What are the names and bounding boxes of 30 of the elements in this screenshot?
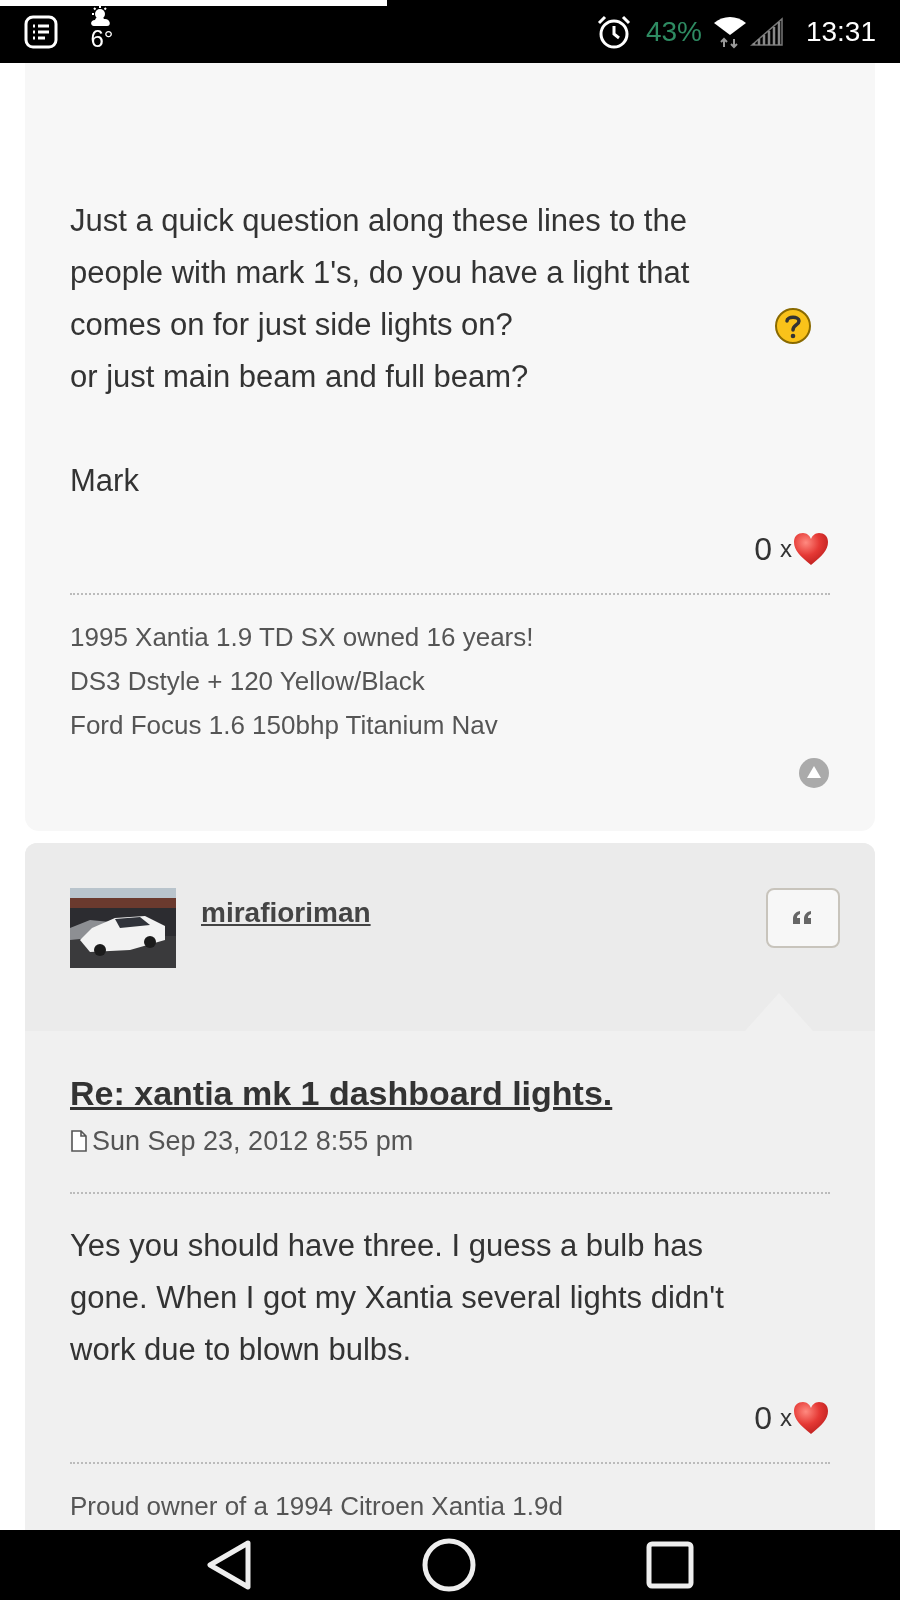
notes-icon: [24, 14, 58, 49]
battery-percent: 43%: [645, 14, 702, 49]
temperature: 6°: [90, 27, 114, 50]
heart-icon: [792, 531, 830, 567]
heart-icon: [792, 1399, 830, 1436]
clock: 13:31: [805, 14, 876, 49]
signal-icon: [749, 16, 784, 47]
question-emoji-icon: [774, 307, 812, 345]
signature-line: Ford Focus 1.6 150bhp Titanium Nav: [70, 709, 499, 742]
back-icon[interactable]: [206, 1539, 252, 1591]
times-sign: x: [780, 1402, 792, 1433]
post-text: or just main beam and full beam?: [70, 358, 529, 396]
post-date: Sun Sep 23, 2012 8:55 pm: [92, 1125, 414, 1158]
alarm-icon: [595, 13, 632, 50]
signature-line: Proud owner of a 1994 Citroen Xantia 1.9d: [70, 1489, 564, 1523]
recent-apps-icon[interactable]: [646, 1541, 694, 1589]
signature-line: DS3 Dstyle + 120 Yellow/Black: [70, 665, 426, 698]
like-count: 0: [754, 1398, 772, 1438]
quote-button[interactable]: [766, 888, 840, 948]
post-text: Mark: [70, 462, 139, 500]
quote-icon: [792, 911, 814, 925]
post-title-link[interactable]: Re: xantia mk 1 dashboard lights.: [70, 1074, 613, 1112]
times-sign: x: [780, 534, 792, 564]
like-count: 0: [754, 530, 772, 569]
home-icon[interactable]: [422, 1538, 476, 1592]
post-text: Just a quick question along these lines to the people with mark 1's, do you have a light that comes on for just side lights on?: [70, 202, 691, 344]
page-icon: [70, 1130, 88, 1153]
post-text: Yes you should have three. I guess a bulb has gone. When I got my Xantia several lights didn't work due to blown bulbs.: [70, 1226, 725, 1369]
username-link[interactable]: mirafioriman: [201, 892, 371, 934]
signature-line: 1995 Xantia 1.9 TD SX owned 16 years!: [70, 621, 535, 654]
